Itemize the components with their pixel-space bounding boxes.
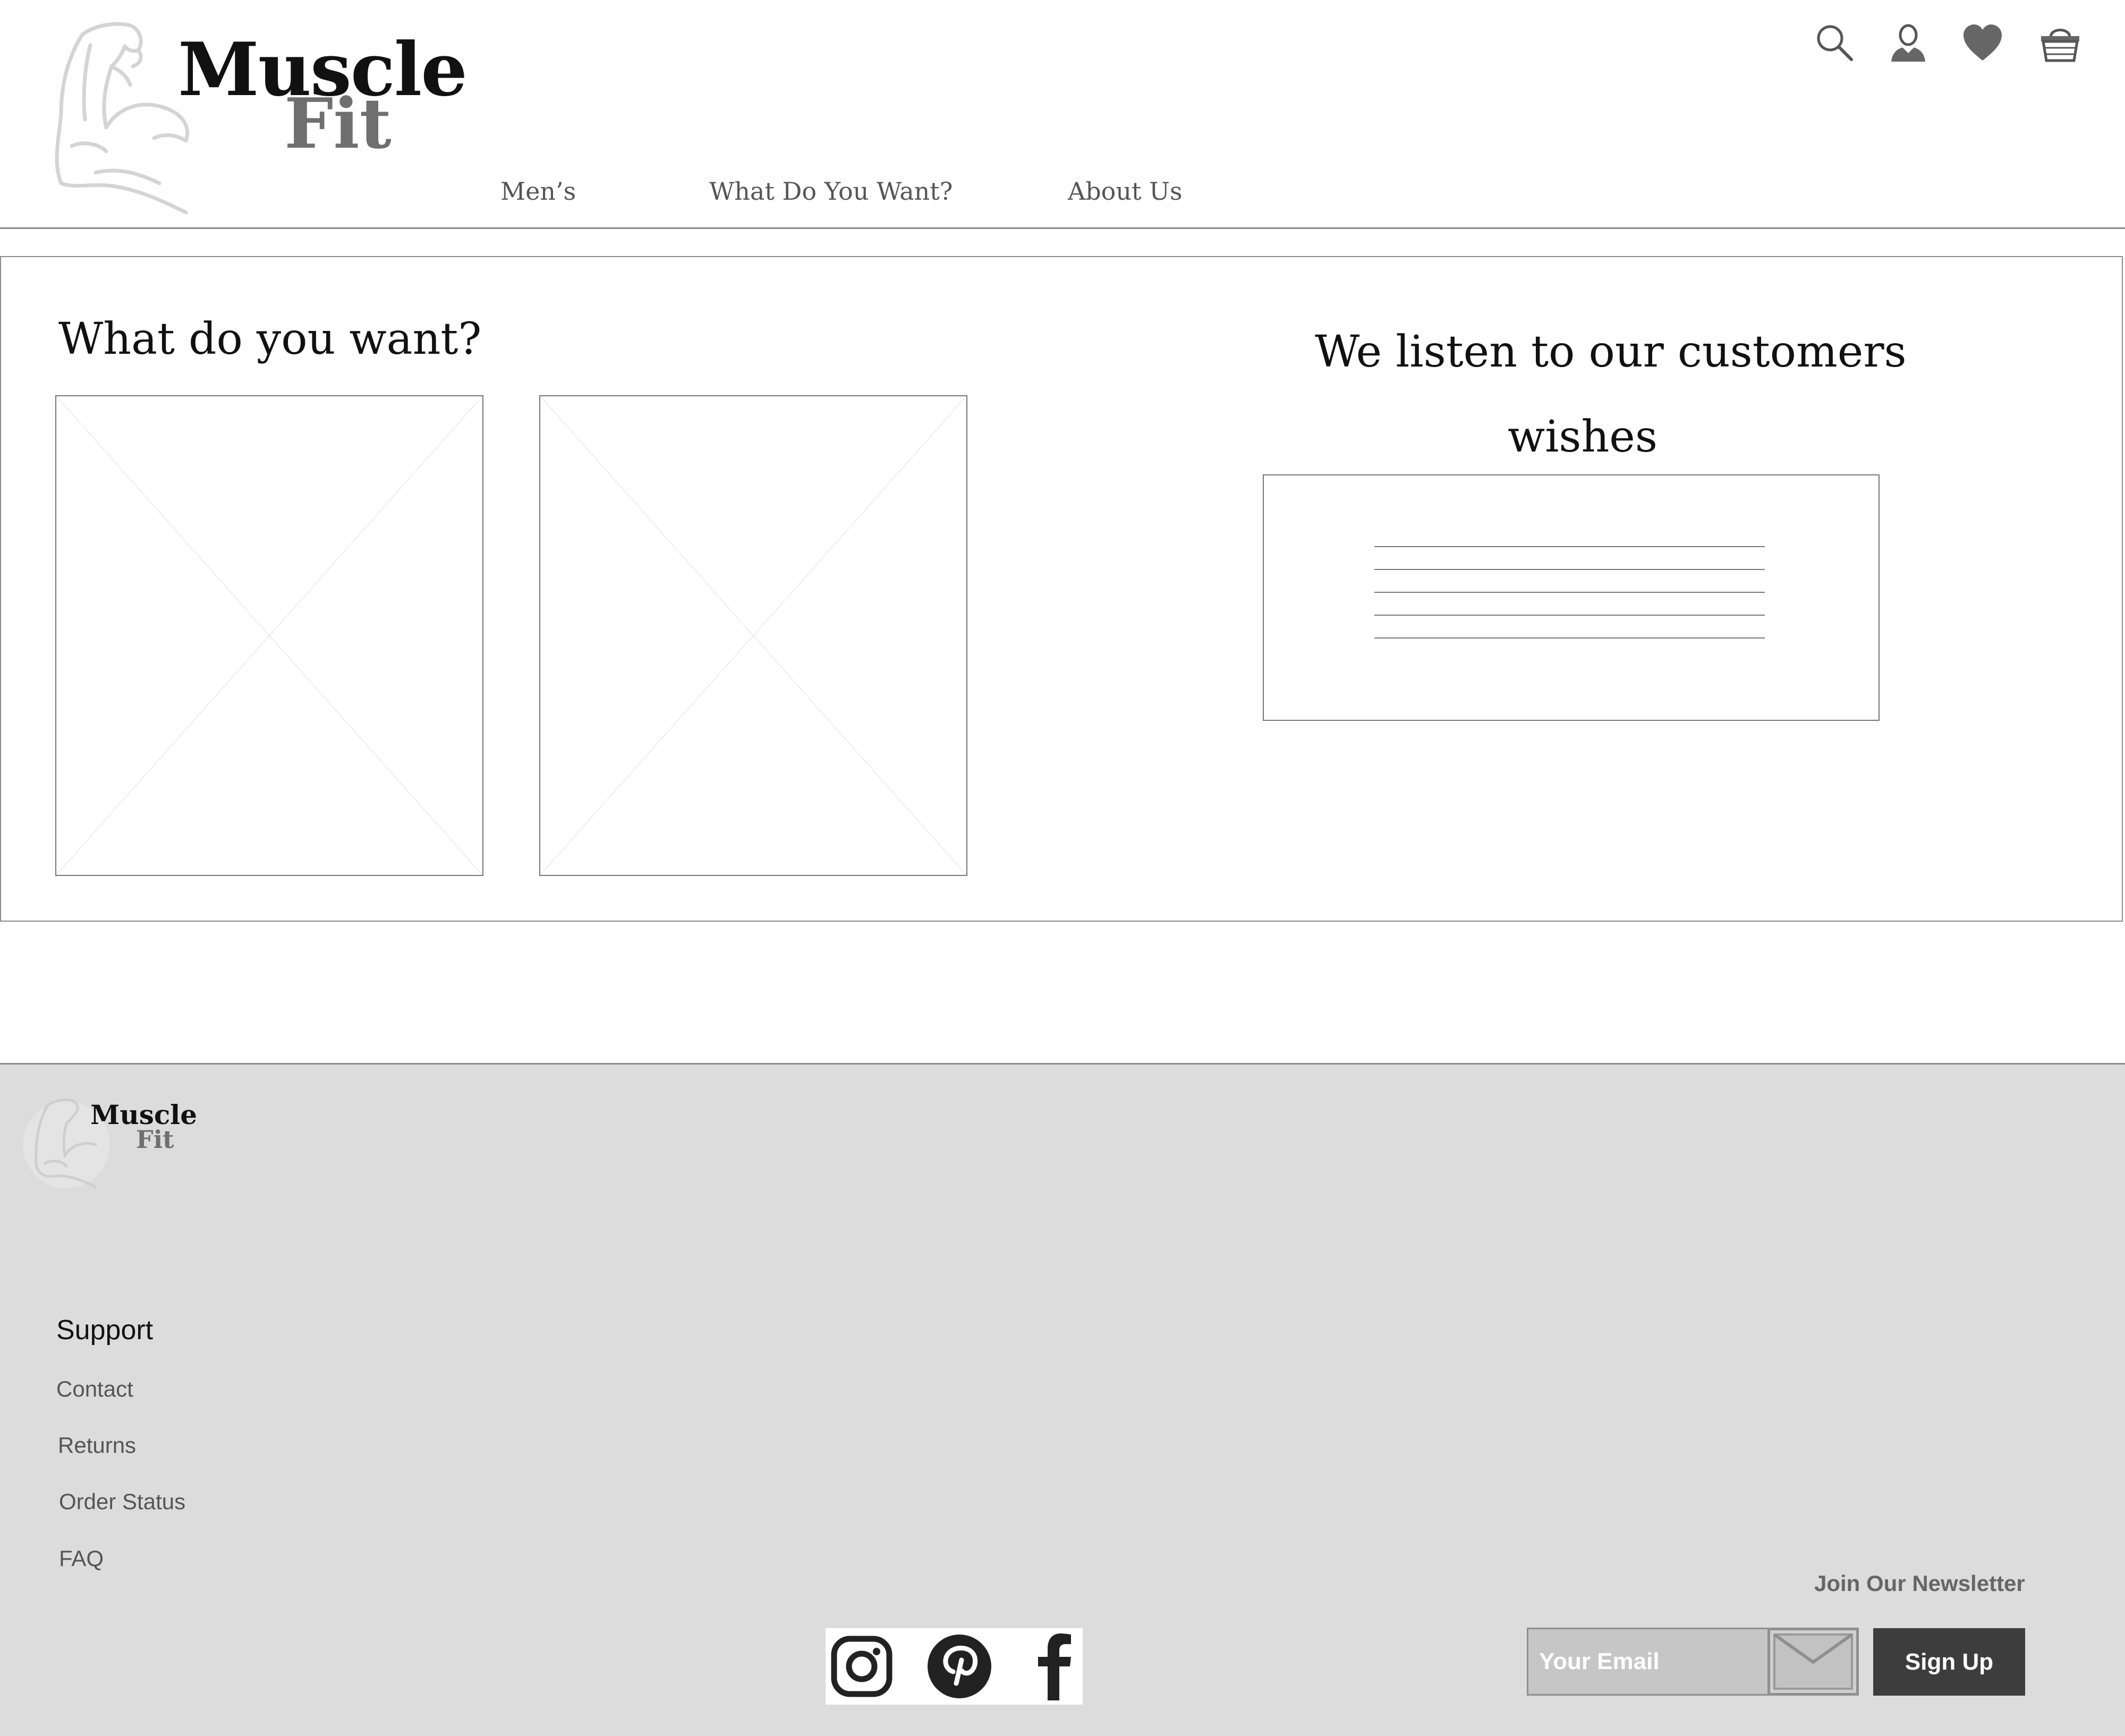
customers-heading-line2: wishes [1508, 412, 1658, 462]
footer-brand-fit: Fit [136, 1125, 174, 1154]
text-line [1374, 546, 1765, 547]
envelope-icon [1773, 1633, 1853, 1690]
site-header: Muscle Fit Men’s What Do You Want? About… [0, 0, 2125, 228]
user-icon[interactable] [1887, 21, 1930, 64]
social-links [826, 1628, 1083, 1705]
logo[interactable]: Muscle Fit [0, 0, 468, 223]
pinterest-icon[interactable] [926, 1633, 992, 1699]
search-icon[interactable] [1813, 21, 1856, 64]
nav-what-do-you-want[interactable]: What Do You Want? [709, 179, 953, 203]
nav-mens[interactable]: Men’s [500, 179, 576, 203]
envelope-icon-box[interactable] [1767, 1628, 1859, 1696]
heart-icon[interactable] [1961, 22, 2004, 65]
instagram-icon[interactable] [830, 1635, 894, 1698]
footer-brand-muscle: Muscle [90, 1099, 198, 1130]
newsletter-email-box [1527, 1628, 1859, 1696]
customers-heading-line1: We listen to our customers [1315, 327, 1907, 377]
text-placeholder-box [1263, 474, 1880, 721]
brand-name-fit: Fit [284, 83, 392, 164]
facebook-icon[interactable] [1033, 1632, 1075, 1701]
text-line [1374, 615, 1765, 616]
footer-link-faq[interactable]: FAQ [59, 1547, 104, 1570]
footer-link-contact[interactable]: Contact [56, 1378, 133, 1400]
basket-icon[interactable] [2039, 21, 2081, 64]
text-line [1374, 637, 1765, 639]
footer-link-returns[interactable]: Returns [58, 1434, 136, 1457]
text-line [1374, 592, 1765, 593]
what-do-you-want-heading: What do you want? [58, 314, 482, 364]
footer-logo[interactable]: Muscle Fit [16, 1094, 197, 1195]
nav-about-us[interactable]: About Us [1068, 179, 1182, 203]
newsletter-email-input[interactable] [1528, 1629, 1767, 1694]
image-placeholder[interactable] [55, 395, 483, 876]
text-line [1374, 569, 1765, 570]
newsletter-heading: Join Our Newsletter [1814, 1571, 2025, 1596]
footer-link-order-status[interactable]: Order Status [59, 1491, 185, 1513]
signup-button[interactable]: Sign Up [1873, 1628, 2025, 1696]
header-divider [0, 227, 2125, 229]
support-heading: Support [56, 1315, 154, 1346]
image-placeholder[interactable] [539, 395, 967, 876]
